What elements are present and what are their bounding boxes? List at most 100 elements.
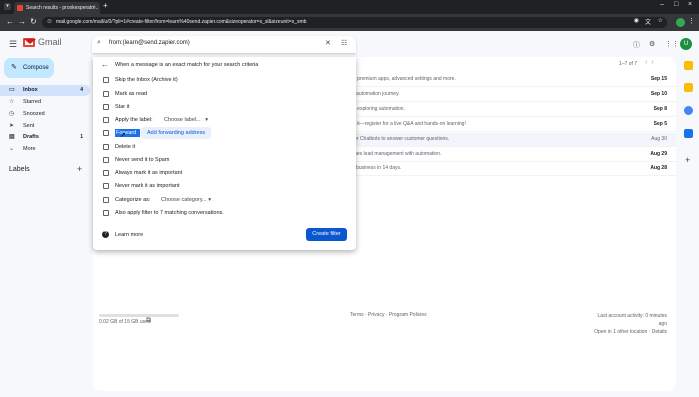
google-apps-icon[interactable]: ⋮⋮ [665, 40, 679, 48]
create-label-icon[interactable]: + [77, 164, 82, 174]
mail-snippet: ines lead management with automation. [353, 151, 442, 157]
sidebar-item-snoozed[interactable]: ◷ Snoozed [0, 109, 90, 120]
sidebar-item-drafts[interactable]: ▤ Drafts 1 [0, 132, 90, 143]
option-label: Delete it [115, 144, 136, 150]
main-menu-icon[interactable]: ☰ [9, 39, 17, 50]
forward-icon[interactable]: → [18, 17, 26, 26]
browser-tab-bar: ▾ Search results - proxkesperato... × + … [0, 0, 699, 14]
option-label: Always mark it as important [115, 170, 183, 176]
tab-close-icon[interactable]: × [92, 2, 96, 14]
create-filter-button[interactable]: Create filter [306, 228, 347, 241]
tasks-app-icon[interactable] [684, 106, 693, 115]
mail-date: Sep 10 [650, 91, 667, 97]
mail-snippet: ier Chatbots to answer customer question… [353, 136, 450, 142]
tab-search-icon[interactable]: ▾ [4, 3, 11, 10]
checkbox[interactable] [103, 91, 109, 97]
pencil-icon: ✎ [11, 64, 17, 71]
option-label: Never mark it as important [115, 183, 180, 189]
gmail-m-icon [23, 38, 36, 47]
checkbox[interactable] [103, 197, 109, 203]
address-bar[interactable]: ⊜ mail.google.com/mail/u/0/?pli=1#create… [42, 17, 667, 28]
checkbox[interactable] [103, 77, 109, 83]
storage-usage-text: 0.02 GB of 15 GB used [99, 319, 151, 325]
account-avatar[interactable]: U [680, 38, 692, 50]
filter-heading: When a message is an exact match for you… [115, 62, 259, 68]
category-select[interactable]: Choose category... ▾ [161, 197, 211, 204]
chevron-down-icon: ⌄ [9, 146, 15, 152]
draft-icon: ▤ [9, 134, 15, 140]
mail-date: Sep 5 [653, 121, 667, 127]
search-bar[interactable]: ⌕ from:(learn@send.zapier.com) ✕ ☷ [92, 36, 356, 53]
reload-icon[interactable]: ↻ [30, 17, 37, 26]
sidebar-item-count: 1 [80, 134, 83, 140]
sidebar-item-sent[interactable]: ➤ Sent [0, 121, 90, 132]
option-label: Also apply filter to 7 matching conversa… [115, 210, 224, 216]
maximize-icon[interactable]: □ [674, 1, 678, 8]
mail-date: Aug 30 [651, 136, 667, 142]
sidebar-item-inbox[interactable]: ▭ Inbox 4 [0, 85, 90, 96]
search-input[interactable]: from:(learn@send.zapier.com) [109, 40, 190, 46]
url-text: mail.google.com/mail/u/0/?pli=1#create-f… [56, 19, 307, 25]
browser-menu-icon[interactable]: ⋮ [688, 17, 695, 25]
mail-snippet: o premium apps, advanced settings and mo… [353, 76, 456, 82]
sidebar-item-starred[interactable]: ☆ Starred [0, 97, 90, 108]
checkbox[interactable] [103, 210, 109, 216]
translate-icon[interactable]: 文 [645, 17, 651, 26]
mail-date: Aug 28 [650, 165, 667, 171]
browser-profile-icon[interactable] [676, 18, 685, 27]
checkbox[interactable] [103, 183, 109, 189]
clear-search-icon[interactable]: ✕ [325, 39, 331, 47]
open-in-new-icon[interactable]: ⧉ [146, 317, 151, 325]
checkbox[interactable] [103, 117, 109, 123]
add-forwarding-address-link[interactable]: Add forwarding address [141, 127, 211, 139]
keep-app-icon[interactable] [684, 83, 693, 92]
calendar-app-icon[interactable] [684, 61, 693, 70]
activity-line: Last account activity: 0 minutes ago [597, 313, 667, 327]
checkbox[interactable] [103, 104, 109, 110]
window-close-icon[interactable]: × [688, 1, 692, 8]
footer-links[interactable]: Terms · Privacy · Program Policies [350, 312, 427, 318]
site-info-icon[interactable]: ⊜ [47, 17, 52, 28]
back-arrow-icon[interactable]: ← [101, 60, 109, 69]
checkbox[interactable] [103, 157, 109, 163]
settings-gear-icon[interactable]: ⚙ [649, 40, 655, 48]
bookmark-star-icon[interactable]: ☆ [658, 17, 663, 24]
option-label: Never send it to Spam [115, 157, 170, 163]
account-activity: Last account activity: 0 minutes ago Ope… [594, 312, 667, 336]
compose-button[interactable]: ✎ Compose [4, 58, 54, 78]
learn-more-link[interactable]: Learn more [115, 232, 143, 238]
checkbox[interactable] [103, 144, 109, 150]
help-icon[interactable]: ⓘ [633, 40, 640, 50]
back-icon[interactable]: ← [6, 17, 14, 26]
search-options-icon[interactable]: ☷ [341, 39, 347, 47]
forward-it-label: Forward it [115, 129, 140, 144]
sidebar-item-count: 4 [80, 87, 83, 93]
search-icon[interactable]: ⌕ [97, 39, 101, 47]
gmail-wordmark: Gmail [38, 37, 62, 47]
new-tab-icon[interactable]: + [103, 1, 108, 10]
sidebar-item-label: Inbox [23, 87, 38, 93]
storage-bar [99, 314, 179, 317]
mouse-pointer-icon: ➚ [120, 132, 126, 139]
eye-icon[interactable]: ◉ [634, 17, 639, 24]
create-filter-dialog: ← When a message is an exact match for y… [93, 57, 356, 250]
star-icon: ☆ [9, 99, 15, 105]
sidebar-item-label: More [23, 146, 36, 152]
activity-details-link[interactable]: Open in 1 other location · Details [594, 328, 667, 336]
minimize-icon[interactable]: – [660, 1, 664, 8]
sidebar-item-label: Snoozed [23, 111, 45, 117]
checkbox[interactable] [103, 130, 109, 136]
checkbox[interactable] [103, 170, 109, 176]
clock-icon: ◷ [9, 111, 15, 117]
pagination-arrows-icon[interactable]: ‹ › [645, 59, 654, 66]
browser-tab[interactable]: Search results - proxkesperato... × [14, 2, 100, 14]
sidebar-item-more[interactable]: ⌄ More [0, 144, 90, 155]
gmail-header: ☰ Gmail ⌕ from:(learn@send.zapier.com) ✕… [0, 31, 699, 57]
label-select[interactable]: Choose label... ▾ [164, 117, 208, 124]
labels-heading: Labels [9, 166, 30, 173]
get-addons-icon[interactable]: + [685, 155, 690, 165]
sidebar-item-label: Sent [23, 123, 35, 129]
option-label: Mark as read [115, 91, 148, 97]
sidebar-item-label: Drafts [23, 134, 39, 140]
contacts-app-icon[interactable] [684, 129, 693, 138]
